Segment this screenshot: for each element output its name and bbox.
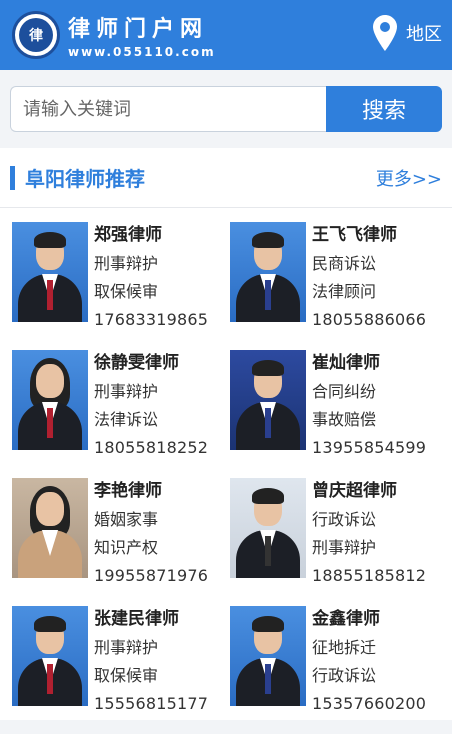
section-title: 阜阳律师推荐 (10, 163, 145, 192)
region-selector[interactable]: 地区 (372, 14, 442, 52)
lawyer-card[interactable]: 崔灿律师 合同纠纷 事故赔偿 13955854599 (230, 350, 452, 478)
lawyer-specialty: 行政诉讼 (312, 666, 377, 685)
lawyer-card[interactable]: 郑强律师 刑事辩护 取保候审 17683319865 (0, 222, 230, 350)
lawyer-name: 郑强律师 (94, 225, 162, 245)
lawyer-grid: 郑强律师 刑事辩护 取保候审 17683319865 王飞飞律师 民商诉讼 法律… (0, 208, 452, 734)
site-logo[interactable]: 律 (12, 11, 60, 59)
lawyer-name: 曾庆超律师 (312, 481, 397, 501)
lawyer-card[interactable]: 张建民律师 刑事辩护 取保候审 15556815177 (0, 606, 230, 734)
lawyer-name: 王飞飞律师 (312, 225, 397, 245)
lawyer-phone[interactable]: 17683319865 (94, 306, 208, 334)
lawyer-name: 金鑫律师 (312, 609, 380, 629)
lawyer-specialty: 知识产权 (94, 538, 159, 557)
lawyer-name: 李艳律师 (94, 481, 162, 501)
brand-url: www.055110.com (68, 45, 216, 59)
lawyer-card[interactable]: 徐静雯律师 刑事辩护 法律诉讼 18055818252 (0, 350, 230, 478)
lawyer-phone[interactable]: 15556815177 (94, 690, 208, 718)
logo-seal-icon: 律 (19, 18, 53, 52)
lawyer-photo (12, 606, 88, 706)
lawyer-photo (12, 350, 88, 450)
search-bar: 搜索 (0, 70, 452, 148)
lawyer-name: 崔灿律师 (312, 353, 380, 373)
lawyer-phone[interactable]: 18855185812 (312, 562, 426, 590)
section-header: 阜阳律师推荐 更多>> (0, 148, 452, 208)
lawyer-specialty: 刑事辩护 (94, 254, 159, 273)
section-title-text: 阜阳律师推荐 (25, 167, 145, 191)
lawyer-card[interactable]: 李艳律师 婚姻家事 知识产权 19955871976 (0, 478, 230, 606)
recommend-panel: 阜阳律师推荐 更多>> 郑强律师 刑事辩护 取保候审 17683319865 王… (0, 148, 452, 720)
search-button[interactable]: 搜索 (326, 86, 442, 132)
more-link[interactable]: 更多>> (376, 165, 442, 191)
lawyer-photo (230, 222, 306, 322)
lawyer-name: 徐静雯律师 (94, 353, 179, 373)
lawyer-specialty: 征地拆迁 (312, 638, 377, 657)
lawyer-photo (230, 478, 306, 578)
section-accent-bar (10, 165, 15, 190)
lawyer-phone[interactable]: 13955854599 (312, 434, 426, 462)
brand-name: 律师门户网 (68, 17, 209, 42)
lawyer-specialty: 法律诉讼 (94, 410, 159, 429)
lawyer-phone[interactable]: 15357660200 (312, 690, 426, 718)
lawyer-specialty: 事故赔偿 (312, 410, 377, 429)
lawyer-photo (230, 606, 306, 706)
lawyer-photo (12, 222, 88, 322)
lawyer-card[interactable]: 金鑫律师 征地拆迁 行政诉讼 15357660200 (230, 606, 452, 734)
lawyer-specialty: 取保候审 (94, 666, 159, 685)
brand-block: 律师门户网 www.055110.com (68, 11, 216, 59)
lawyer-specialty: 刑事辩护 (94, 382, 159, 401)
lawyer-specialty: 行政诉讼 (312, 510, 377, 529)
lawyer-specialty: 取保候审 (94, 282, 159, 301)
lawyer-phone[interactable]: 19955871976 (94, 562, 208, 590)
lawyer-specialty: 刑事辩护 (312, 538, 377, 557)
location-pin-icon (373, 15, 397, 51)
lawyer-specialty: 刑事辩护 (94, 638, 159, 657)
region-label: 地区 (406, 24, 442, 45)
lawyer-photo (230, 350, 306, 450)
lawyer-photo (12, 478, 88, 578)
lawyer-specialty: 婚姻家事 (94, 510, 159, 529)
lawyer-specialty: 法律顾问 (312, 282, 377, 301)
lawyer-phone[interactable]: 18055818252 (94, 434, 208, 462)
lawyer-specialty: 合同纠纷 (312, 382, 377, 401)
lawyer-specialty: 民商诉讼 (312, 254, 377, 273)
lawyer-name: 张建民律师 (94, 609, 179, 629)
search-input[interactable] (10, 86, 326, 132)
lawyer-card[interactable]: 曾庆超律师 行政诉讼 刑事辩护 18855185812 (230, 478, 452, 606)
lawyer-phone[interactable]: 18055886066 (312, 306, 426, 334)
site-header: 律 律师门户网 www.055110.com 地区 (0, 0, 452, 70)
lawyer-card[interactable]: 王飞飞律师 民商诉讼 法律顾问 18055886066 (230, 222, 452, 350)
